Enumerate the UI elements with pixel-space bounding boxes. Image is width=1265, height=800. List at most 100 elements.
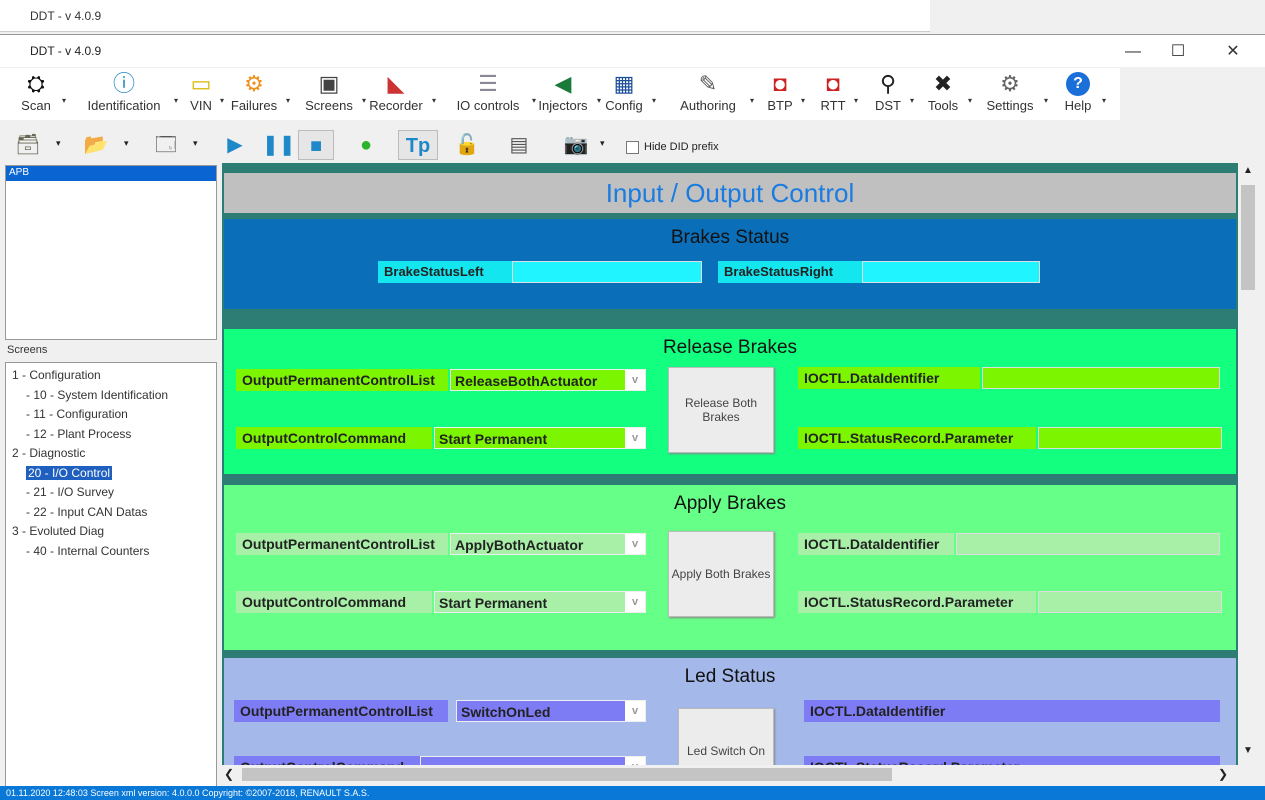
toolbar-settings-button[interactable]: ⚙ Settings xyxy=(980,70,1040,118)
dropdown-arrow-icon[interactable]: ▾ xyxy=(801,96,805,105)
tree-item-label: 20 - I/O Control xyxy=(26,465,113,480)
open-ecu-dropdown-icon[interactable]: ▾ xyxy=(56,138,61,149)
occ-dropdown[interactable]: v xyxy=(420,756,646,765)
record-green-icon[interactable]: ● xyxy=(352,130,380,160)
dropdown-arrow-icon[interactable]: ▾ xyxy=(910,96,914,105)
tree-item[interactable]: - 12 - Plant Process xyxy=(6,425,216,445)
opcl-dropdown[interactable]: ApplyBothActuator v xyxy=(450,533,646,555)
scroll-left-icon[interactable]: ❮ xyxy=(224,765,240,784)
dropdown-arrow-icon[interactable]: ▾ xyxy=(286,96,290,105)
pause-icon[interactable]: ❚❚ xyxy=(262,130,296,160)
engine-icon: ⚙ xyxy=(244,71,264,96)
occ-label: OutputControlCommand xyxy=(236,427,432,449)
window-folder-dropdown-icon[interactable]: ▾ xyxy=(193,138,198,149)
toolbar-label: Failures xyxy=(230,98,278,113)
toolbar-label: Recorder xyxy=(369,98,423,113)
tree-item[interactable]: - 21 - I/O Survey xyxy=(6,483,216,503)
dropdown-arrow-icon[interactable]: ▾ xyxy=(220,96,224,105)
vertical-scrollbar[interactable]: ▲ ▼ xyxy=(1238,165,1258,765)
tp-toggle[interactable]: Tp xyxy=(398,130,438,160)
dropdown-arrow-icon[interactable]: ▾ xyxy=(854,96,858,105)
unlock-icon[interactable]: 🔓 xyxy=(450,130,484,160)
scroll-up-icon[interactable]: ▲ xyxy=(1238,165,1258,183)
toolbar-recorder-button[interactable]: ◣ Recorder xyxy=(364,70,428,118)
toolbar-screens-button[interactable]: ▣ Screens xyxy=(300,70,358,118)
dropdown-arrow-icon[interactable]: ▾ xyxy=(652,96,656,105)
hide-did-prefix-checkbox[interactable] xyxy=(626,141,639,154)
minimize-button[interactable]: — xyxy=(1110,39,1156,65)
toolbar-scan-button[interactable]: ⛭ Scan xyxy=(14,70,58,118)
dropdown-arrow-icon[interactable]: ▾ xyxy=(174,96,178,105)
toolbar-btp-button[interactable]: ◘ BTP xyxy=(763,70,797,118)
tree-item[interactable]: - 22 - Input CAN Datas xyxy=(6,503,216,523)
close-button[interactable]: ✕ xyxy=(1210,39,1256,65)
dropdown-arrow-icon[interactable]: ▾ xyxy=(750,96,754,105)
open-folder-dropdown-icon[interactable]: ▾ xyxy=(124,138,129,149)
scroll-down-icon[interactable]: ▼ xyxy=(1238,745,1258,763)
release-both-brakes-button[interactable]: Release Both Brakes xyxy=(668,367,774,453)
open-ecu-icon[interactable]: 🗃 xyxy=(8,130,48,160)
dropdown-arrow-icon[interactable]: ▾ xyxy=(62,96,66,105)
occ-dropdown[interactable]: Start Permanent v xyxy=(434,427,646,449)
maximize-button[interactable]: ☐ xyxy=(1155,39,1201,65)
apply-both-brakes-button[interactable]: Apply Both Brakes xyxy=(668,531,774,617)
camera-dropdown-icon[interactable]: ▾ xyxy=(600,138,605,149)
help-icon: ? xyxy=(1066,72,1090,96)
toolbar-injectors-button[interactable]: ◀ Injectors xyxy=(533,70,593,118)
dropdown-arrow-icon[interactable]: ▾ xyxy=(1102,96,1106,105)
dropdown-arrow-icon[interactable]: ▾ xyxy=(1044,96,1048,105)
stop-icon[interactable]: ■ xyxy=(298,130,334,160)
toolbar-help-button[interactable]: ? Help xyxy=(1058,70,1098,118)
open-folder-user-icon[interactable]: 📂 xyxy=(78,130,114,160)
screens-tree[interactable]: 1 - Configuration - 10 - System Identific… xyxy=(5,362,217,787)
toolbar-tools-button[interactable]: ✖ Tools xyxy=(922,70,964,118)
background-window-title: DDT - v 4.0.9 xyxy=(30,9,102,23)
opcl-dropdown[interactable]: SwitchOnLed v xyxy=(456,700,646,722)
camera-icon[interactable]: 📷 xyxy=(553,130,599,160)
opcl-dropdown[interactable]: ReleaseBothActuator v xyxy=(450,369,646,391)
ecu-list[interactable]: APB xyxy=(5,165,217,340)
scrollbar-thumb[interactable] xyxy=(1241,185,1255,290)
tree-item-label: 1 - Configuration xyxy=(12,368,101,382)
tree-item[interactable]: - 11 - Configuration xyxy=(6,405,216,425)
tree-item[interactable]: 1 - Configuration xyxy=(6,366,216,386)
toolbar-authoring-button[interactable]: ✎ Authoring xyxy=(670,70,746,118)
toolbar-vin-button[interactable]: ▭ VIN xyxy=(186,70,216,118)
toolbar-config-button[interactable]: ▦ Config xyxy=(600,70,648,118)
form-icon[interactable]: ▤ xyxy=(505,130,533,160)
monitor-icon: ▣ xyxy=(318,71,340,96)
ecu-list-item[interactable]: APB xyxy=(6,166,216,181)
scrollbar-thumb[interactable] xyxy=(242,768,892,781)
occ-value: Start Permanent xyxy=(439,595,548,611)
tree-item[interactable]: - 40 - Internal Counters xyxy=(6,542,216,562)
tree-item[interactable]: 2 - Diagnostic xyxy=(6,444,216,464)
occ-dropdown[interactable]: Start Permanent v xyxy=(434,591,646,613)
tree-item-label: 3 - Evoluted Diag xyxy=(12,524,105,538)
led-switch-on-button[interactable]: Led Switch On xyxy=(678,708,774,765)
toolbar-io-controls-button[interactable]: ☰ IO controls xyxy=(448,70,528,118)
toolbar-rtt-button[interactable]: ◘ RTT xyxy=(816,70,850,118)
dropdown-arrow-icon[interactable]: ▾ xyxy=(432,96,436,105)
sr-label: IOCTL.StatusRecord.Parameter xyxy=(798,427,1036,449)
toolbar-label: Config xyxy=(605,98,643,113)
tree-item[interactable]: 3 - Evoluted Diag xyxy=(6,522,216,542)
chevron-down-icon: v xyxy=(625,534,645,554)
toolbar-failures-button[interactable]: ⚙ Failures xyxy=(226,70,282,118)
toolbar-identification-button[interactable]: ⓘ Identification xyxy=(78,70,170,118)
secondary-toolbar: 🗃 📂 🗔 ▶ ❚❚ ■ ● Tp 🔓 ▤ 📷 Hide DID prefix … xyxy=(0,126,900,164)
btp-icon: ◘ xyxy=(773,71,787,96)
occ-value: Start Permanent xyxy=(439,431,548,447)
toolbar-dst-button[interactable]: ⚲ DST xyxy=(870,70,906,118)
chevron-down-icon: v xyxy=(625,701,645,721)
horizontal-scrollbar[interactable]: ❮ ❯ xyxy=(222,765,1238,784)
play-icon[interactable]: ▶ xyxy=(222,130,248,160)
scroll-right-icon[interactable]: ❯ xyxy=(1218,765,1234,784)
section-title: Led Status xyxy=(684,666,776,687)
occ-label: OutputControlCommand xyxy=(234,756,420,765)
tree-item[interactable]: 20 - I/O Control xyxy=(6,464,216,484)
dropdown-arrow-icon[interactable]: ▾ xyxy=(968,96,972,105)
did-field xyxy=(956,533,1220,555)
toolbar-label: VIN xyxy=(190,98,212,113)
tree-item[interactable]: - 10 - System Identification xyxy=(6,386,216,406)
window-folder-icon[interactable]: 🗔 xyxy=(146,130,186,160)
